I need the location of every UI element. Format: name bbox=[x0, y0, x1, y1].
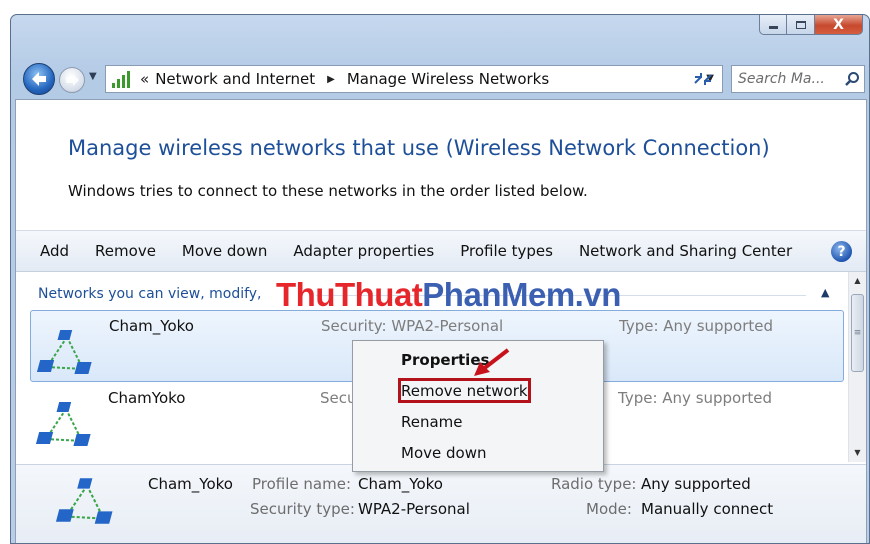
forward-arrow-icon bbox=[66, 74, 79, 86]
caption-buttons: X bbox=[759, 15, 863, 35]
search-box[interactable]: Search Ma... bbox=[731, 65, 865, 93]
help-icon[interactable]: ? bbox=[831, 241, 852, 262]
network-name: Cham_Yoko bbox=[109, 317, 194, 335]
network-type: Type: Any supported bbox=[618, 389, 773, 407]
magnifier-icon[interactable] bbox=[840, 67, 864, 91]
remove-button[interactable]: Remove bbox=[82, 242, 169, 260]
wireless-network-icon bbox=[37, 330, 92, 374]
wireless-network-icon bbox=[36, 402, 91, 446]
address-bar[interactable]: « Network and Internet ▶ Manage Wireless… bbox=[105, 65, 723, 93]
breadcrumb-network-and-internet[interactable]: Network and Internet bbox=[155, 70, 315, 88]
details-pane: Cham_Yoko Profile name: Cham_Yoko Securi… bbox=[16, 464, 866, 543]
search-input[interactable]: Search Ma... bbox=[738, 71, 840, 87]
breadcrumb-overflow[interactable]: « bbox=[140, 70, 149, 88]
back-arrow-icon bbox=[32, 72, 46, 86]
adapter-properties-button[interactable]: Adapter properties bbox=[280, 242, 447, 260]
maximize-button[interactable] bbox=[787, 15, 815, 35]
pointer-arrow-icon bbox=[474, 348, 510, 376]
network-type: Type: Any supported bbox=[619, 317, 774, 335]
watermark: ThuThuatPhanMem.vn bbox=[276, 276, 621, 314]
highlight-box bbox=[398, 378, 531, 403]
add-button[interactable]: Add bbox=[16, 242, 82, 260]
scroll-up-icon[interactable]: ▲ bbox=[849, 272, 866, 290]
network-name: ChamYoko bbox=[108, 389, 186, 407]
mode-label: Mode: bbox=[586, 500, 632, 518]
close-button[interactable]: X bbox=[815, 15, 863, 35]
network-security: Security: WPA2-Personal bbox=[321, 317, 504, 335]
detail-network-name: Cham_Yoko bbox=[148, 475, 233, 493]
collapse-group-icon[interactable]: ▲ bbox=[821, 286, 829, 299]
forward-button[interactable] bbox=[59, 67, 85, 93]
watermark-part-3: .vn bbox=[574, 276, 622, 313]
breadcrumb-manage-wireless-networks[interactable]: Manage Wireless Networks bbox=[347, 70, 549, 88]
menu-item-rename[interactable]: Rename bbox=[401, 413, 463, 431]
mode-value: Manually connect bbox=[641, 500, 774, 518]
menu-item-move-down[interactable]: Move down bbox=[401, 444, 486, 462]
command-bar: Add Remove Move down Adapter properties … bbox=[16, 230, 866, 272]
profile-name-label: Profile name: bbox=[252, 475, 352, 493]
refresh-button[interactable] bbox=[689, 67, 717, 91]
page-description: Windows tries to connect to these networ… bbox=[68, 182, 588, 200]
security-type-value: WPA2-Personal bbox=[358, 500, 470, 518]
back-button[interactable] bbox=[23, 63, 55, 95]
breadcrumb-separator-icon[interactable]: ▶ bbox=[327, 74, 335, 85]
network-sharing-center-button[interactable]: Network and Sharing Center bbox=[566, 242, 805, 260]
vertical-scrollbar[interactable]: ▲ ≡ ▼ bbox=[848, 272, 866, 462]
recent-pages-dropdown[interactable]: ▼ bbox=[89, 71, 97, 82]
watermark-part-2: PhanMem bbox=[422, 276, 575, 313]
profile-name-value: Cham_Yoko bbox=[358, 475, 443, 493]
close-icon: X bbox=[833, 16, 844, 33]
move-down-button[interactable]: Move down bbox=[169, 242, 280, 260]
profile-types-button[interactable]: Profile types bbox=[447, 242, 566, 260]
minimize-button[interactable] bbox=[759, 15, 787, 35]
scroll-down-icon[interactable]: ▼ bbox=[849, 444, 866, 462]
network-signal-icon bbox=[112, 70, 134, 88]
wireless-network-icon bbox=[56, 478, 113, 524]
scrollbar-thumb[interactable]: ≡ bbox=[851, 294, 864, 372]
minimize-icon bbox=[768, 26, 778, 29]
maximize-icon bbox=[795, 20, 806, 29]
content-pane: Manage wireless networks that use (Wirel… bbox=[15, 99, 867, 543]
radio-type-label: Radio type: bbox=[551, 475, 637, 493]
radio-type-value: Any supported bbox=[641, 475, 751, 493]
refresh-icon bbox=[694, 73, 712, 85]
watermark-part-1: ThuThuat bbox=[276, 276, 423, 313]
security-type-label: Security type: bbox=[250, 500, 355, 518]
page-title: Manage wireless networks that use (Wirel… bbox=[68, 136, 770, 160]
navigation-bar: ▼ « Network and Internet ▶ Manage Wirele… bbox=[11, 59, 869, 97]
